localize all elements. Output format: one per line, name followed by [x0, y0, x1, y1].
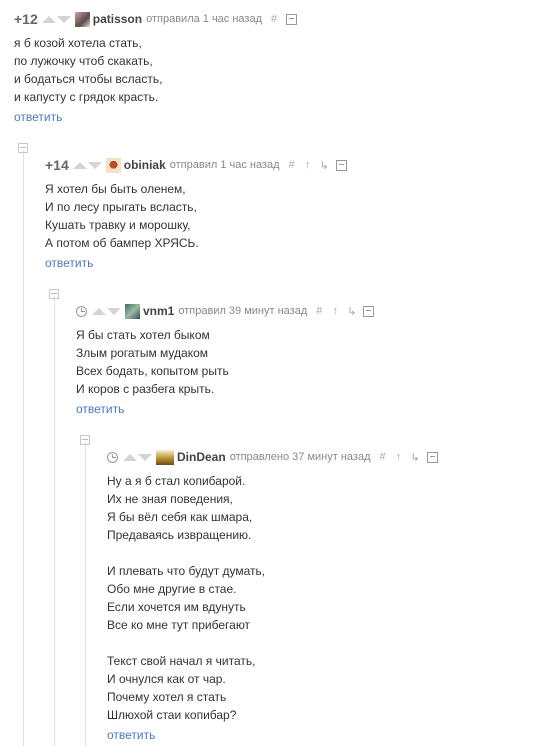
comment-rating: +14	[45, 157, 69, 173]
comment-line: по лужочку чтоб скакать,	[14, 54, 153, 68]
comment-timestamp: отправил 1 час назад	[169, 159, 280, 171]
parent-comment-icon[interactable]: ↑	[331, 305, 339, 317]
comment-body: Ну а я б стал копибарой. Их не зная пове…	[107, 472, 444, 724]
thread-line	[85, 442, 86, 746]
username[interactable]: DinDean	[177, 450, 226, 464]
comment: +12 patisson отправила 1 час назад # я б…	[14, 10, 303, 126]
comment-line: А потом об бампер ХРЯСЬ.	[45, 236, 199, 250]
downvote-icon[interactable]	[87, 161, 102, 169]
username[interactable]: obiniak	[124, 158, 166, 172]
comment-line: и бодаться чтобы всласть,	[14, 72, 163, 86]
comment-line: Я хотел бы быть оленем,	[45, 182, 186, 196]
comment-header: +14 obiniak отправил 1 час назад # ↑ ↳	[45, 156, 353, 174]
save-icon[interactable]	[335, 159, 347, 171]
branch-icon[interactable]: ↳	[347, 305, 356, 318]
username[interactable]: vnm1	[143, 304, 174, 318]
comment-header: vnm1 отправил 39 минут назад # ↑ ↳	[76, 302, 380, 320]
branch-icon[interactable]: ↳	[411, 451, 420, 464]
avatar[interactable]	[105, 157, 121, 173]
reply-link[interactable]: ответить	[76, 402, 124, 416]
link-icon[interactable]: #	[288, 159, 296, 171]
clock-icon	[76, 305, 87, 317]
downvote-icon[interactable]	[107, 307, 121, 315]
comment: +14 obiniak отправил 1 час назад # ↑ ↳ Я…	[45, 156, 353, 272]
avatar[interactable]	[74, 11, 90, 27]
collapse-toggle[interactable]	[49, 289, 59, 299]
comment-line: Злым рогатым мудаком	[76, 346, 209, 360]
comment-line: Все ко мне тут прибегают	[107, 618, 251, 632]
comment-line: Текст свой начал я читать,	[107, 654, 256, 668]
comment-header: +12 patisson отправила 1 час назад #	[14, 10, 303, 28]
reply-link[interactable]: ответить	[14, 110, 62, 124]
comment-line: и капусту с грядок красть.	[14, 90, 159, 104]
comment-line: я б козой хотела стать,	[14, 36, 142, 50]
comment-timestamp: отправила 1 час назад	[146, 13, 263, 25]
clock-icon	[107, 451, 118, 463]
save-icon[interactable]	[363, 305, 375, 317]
comment-line: Предаваясь извращению.	[107, 528, 252, 542]
link-icon[interactable]: #	[315, 305, 323, 317]
username[interactable]: patisson	[93, 12, 142, 26]
comment-line: Кушать травку и морошку,	[45, 218, 191, 232]
thread-line	[23, 150, 24, 746]
parent-comment-icon[interactable]: ↑	[304, 159, 312, 171]
save-icon[interactable]	[286, 13, 298, 25]
upvote-icon[interactable]	[123, 453, 137, 461]
avatar[interactable]	[156, 449, 174, 465]
upvote-icon[interactable]	[72, 161, 87, 169]
comment-line: И очнулся как от чар.	[107, 672, 226, 686]
comment-body: Я бы стать хотел быком Злым рогатым муда…	[76, 326, 380, 398]
reply-link[interactable]: ответить	[107, 728, 155, 742]
comment-timestamp: отправлено 37 минут назад	[229, 451, 371, 463]
reply-link[interactable]: ответить	[45, 256, 93, 270]
comment-line: Ну а я б стал копибарой.	[107, 474, 246, 488]
comment: DinDean отправлено 37 минут назад # ↑ ↳ …	[107, 448, 444, 744]
comment-header: DinDean отправлено 37 минут назад # ↑ ↳	[107, 448, 444, 466]
link-icon[interactable]: #	[379, 451, 387, 463]
comment-line: Всех бодать, копытом рыть	[76, 364, 229, 378]
comment-line: Я бы вёл себя как шмара,	[107, 510, 253, 524]
avatar[interactable]	[125, 303, 140, 319]
downvote-icon[interactable]	[138, 453, 152, 461]
comment-line: И плевать что будут думать,	[107, 564, 266, 578]
collapse-toggle[interactable]	[80, 435, 90, 445]
save-icon[interactable]	[426, 451, 438, 463]
upvote-icon[interactable]	[41, 15, 56, 23]
comment-body: я б козой хотела стать, по лужочку чтоб …	[14, 34, 303, 106]
branch-icon[interactable]: ↳	[320, 159, 329, 172]
parent-comment-icon[interactable]: ↑	[395, 451, 403, 463]
comment-body: Я хотел бы быть оленем, И по лесу прыгат…	[45, 180, 353, 252]
comment-line: Почему хотел я стать	[107, 690, 227, 704]
thread-line	[54, 296, 55, 746]
comment-line: Шлюхой стаи копибар?	[107, 708, 237, 722]
comment-line: И по лесу прыгать всласть,	[45, 200, 197, 214]
comment-line: И коров с разбега крыть.	[76, 382, 215, 396]
upvote-icon[interactable]	[92, 307, 106, 315]
comment-rating: +12	[14, 11, 38, 27]
comment-line	[107, 544, 444, 562]
comment: vnm1 отправил 39 минут назад # ↑ ↳ Я бы …	[76, 302, 380, 418]
comment-line: Если хочется им вдунуть	[107, 600, 246, 614]
comment-line	[107, 634, 444, 652]
comment-line: Их не зная поведения,	[107, 492, 233, 506]
collapse-toggle[interactable]	[18, 143, 28, 153]
comment-line: Я бы стать хотел быком	[76, 328, 210, 342]
comment-timestamp: отправил 39 минут назад	[178, 305, 308, 317]
comment-line: Обо мне другие в стае.	[107, 582, 237, 596]
downvote-icon[interactable]	[56, 15, 71, 23]
link-icon[interactable]: #	[270, 13, 278, 25]
